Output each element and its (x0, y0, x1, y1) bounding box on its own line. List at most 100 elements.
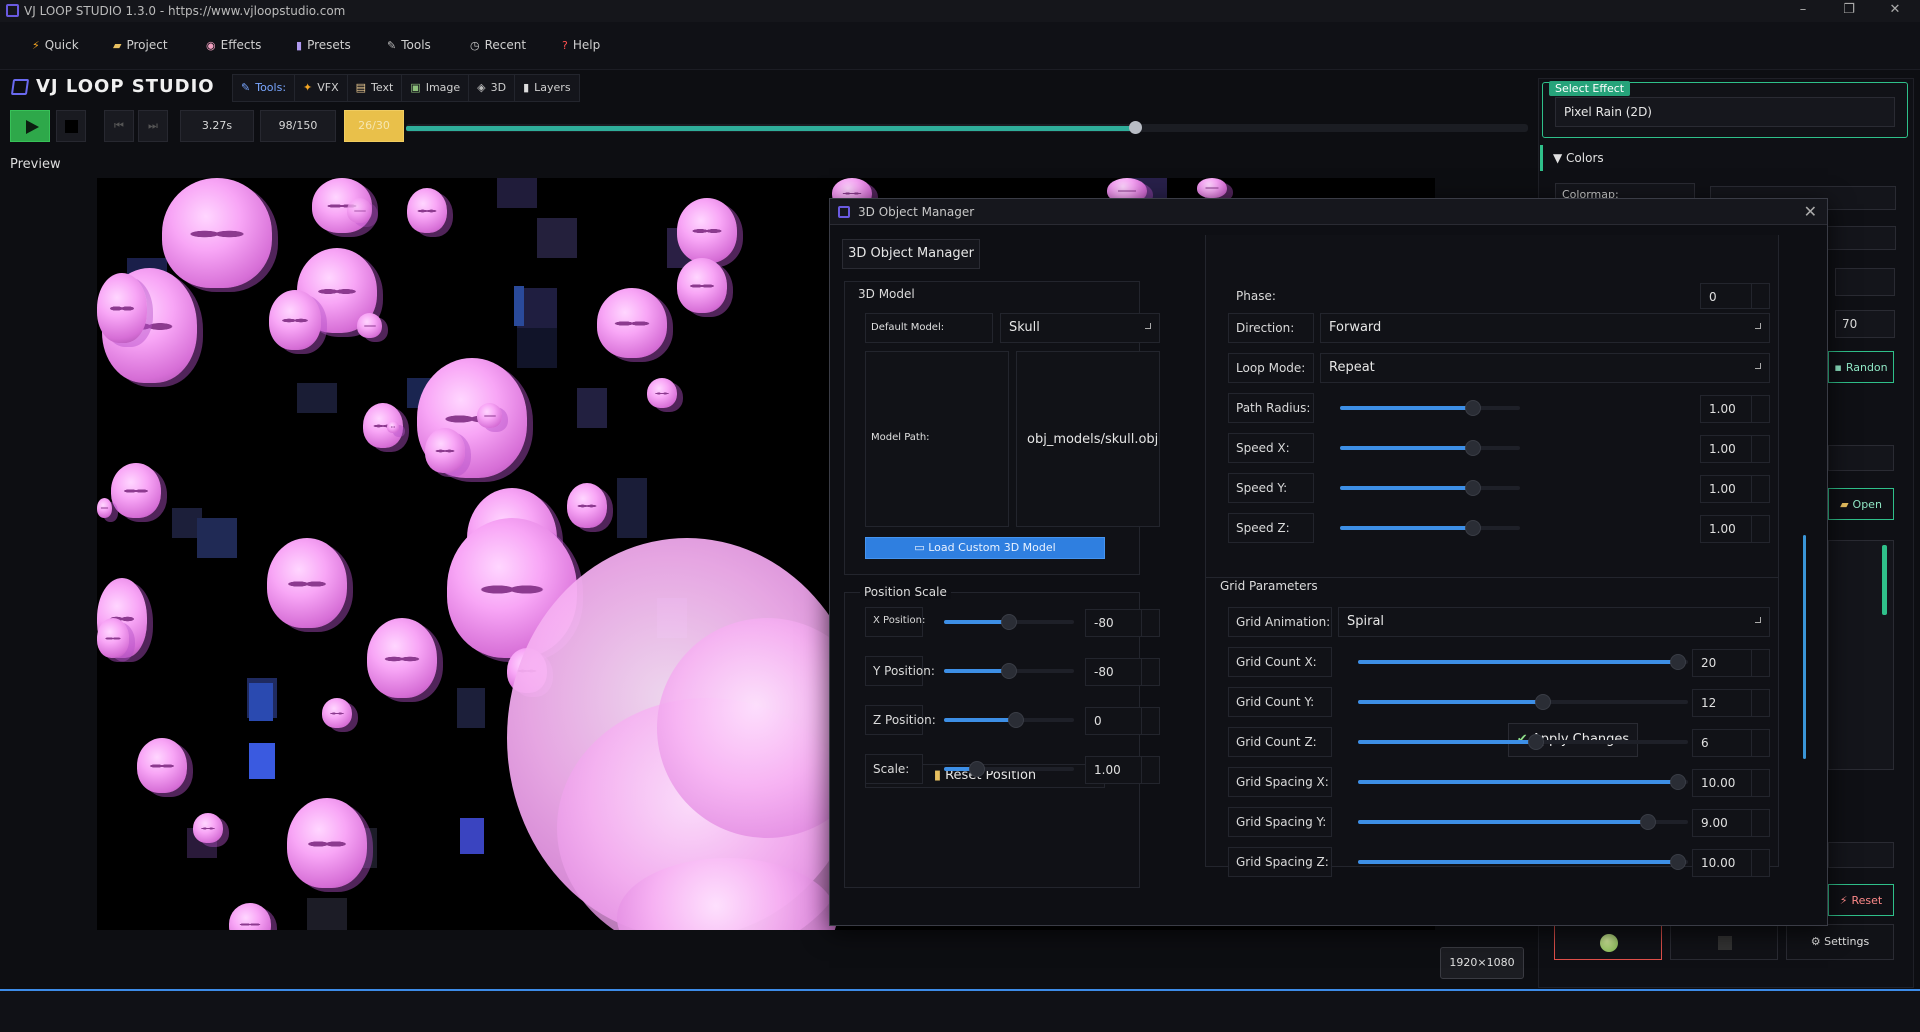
spin-arrows[interactable] (1751, 850, 1769, 876)
default-model-dropdown[interactable]: Skull (1000, 313, 1160, 343)
anim-row-3-slider[interactable] (1340, 520, 1520, 536)
tab-image[interactable]: ▣ Image (402, 75, 470, 101)
play-button[interactable] (10, 110, 50, 142)
anim-row-3-spinbox[interactable]: 1.00 (1700, 515, 1770, 543)
spin-arrows[interactable] (1141, 659, 1159, 685)
grid-row-4-spinbox[interactable]: 9.00 (1692, 809, 1770, 837)
grid-row-3-slider[interactable] (1358, 774, 1688, 790)
spin-arrows[interactable] (1751, 810, 1769, 836)
position-row-1-slider[interactable] (944, 663, 1074, 679)
slider-handle[interactable] (1464, 480, 1481, 496)
grid-row-0-slider[interactable] (1358, 654, 1688, 670)
anim-row-0-slider[interactable] (1340, 400, 1520, 416)
slider-handle[interactable] (1007, 712, 1024, 728)
slider-handle[interactable] (1464, 440, 1481, 456)
menu-presets[interactable]: ▮ Presets (296, 38, 351, 52)
maximize-icon[interactable]: ❐ (1826, 0, 1872, 22)
params-scrollbar[interactable] (1803, 535, 1806, 759)
grid-row-4-slider[interactable] (1358, 814, 1688, 830)
grid-row-3-spinbox[interactable]: 10.00 (1692, 769, 1770, 797)
spin-arrows[interactable] (1751, 730, 1769, 756)
slider-handle[interactable] (1670, 854, 1687, 870)
close-icon[interactable]: ✕ (1804, 199, 1817, 225)
grid-row-1-spinbox[interactable]: 12 (1692, 689, 1770, 717)
spin-arrows[interactable] (1141, 610, 1159, 636)
position-row-3-slider[interactable] (944, 761, 1074, 777)
field-lower[interactable] (1828, 842, 1894, 868)
slider-handle[interactable] (1670, 654, 1687, 670)
grid-row-2-spinbox[interactable]: 6 (1692, 729, 1770, 757)
phase-spinbox[interactable]: 0 (1700, 283, 1770, 309)
anim-row-0-spinbox[interactable]: 1.00 (1700, 395, 1770, 423)
slider-handle[interactable] (1464, 400, 1481, 416)
grid-row-0-spinbox[interactable]: 20 (1692, 649, 1770, 677)
close-icon[interactable]: ✕ (1872, 0, 1918, 22)
model-path-field[interactable]: obj_models/skull.obj (1016, 351, 1160, 527)
loop-mode-dropdown[interactable]: Repeat (1320, 353, 1770, 383)
timeline-handle[interactable] (1129, 121, 1143, 134)
grid-row-2-slider[interactable] (1358, 734, 1688, 750)
spin-arrows[interactable] (1751, 650, 1769, 676)
settings-button[interactable]: ⚙ Settings (1786, 924, 1894, 960)
menu-help[interactable]: ? Help (562, 38, 600, 52)
direction-dropdown[interactable]: Forward (1320, 313, 1770, 343)
anim-row-2-spinbox[interactable]: 1.00 (1700, 475, 1770, 503)
skip-back-button[interactable]: ⏮ (104, 110, 134, 142)
grid-row-5-spinbox[interactable]: 10.00 (1692, 849, 1770, 877)
slider-handle[interactable] (1001, 614, 1017, 630)
position-row-3-spinbox[interactable]: 1.00 (1085, 756, 1160, 784)
tab-3d[interactable]: ◈ 3D (469, 75, 516, 101)
value-70-field[interactable]: 70 (1835, 310, 1895, 338)
position-row-0-slider[interactable] (944, 614, 1074, 630)
grid-row-1-slider[interactable] (1358, 694, 1688, 710)
spin-arrows[interactable] (1751, 436, 1769, 462)
color-field-3[interactable] (1835, 268, 1895, 296)
reset-button[interactable]: ⚡ Reset (1828, 884, 1894, 916)
spin-arrows[interactable] (1751, 690, 1769, 716)
spin-arrows[interactable] (1751, 516, 1769, 542)
slider-handle[interactable] (1670, 774, 1687, 790)
colors-section-header[interactable]: ▼ Colors (1540, 145, 1908, 171)
slider-handle[interactable] (968, 761, 985, 777)
stop-button[interactable] (56, 110, 86, 142)
slider-handle[interactable] (1528, 734, 1545, 750)
slider-handle[interactable] (1534, 694, 1551, 710)
position-row-0-spinbox[interactable]: -80 (1085, 609, 1160, 637)
effect-dropdown[interactable]: Pixel Rain (2D) (1555, 97, 1895, 127)
menu-quick[interactable]: ⚡ Quick (32, 38, 79, 52)
slider-handle[interactable] (1001, 663, 1017, 679)
stop-render-button[interactable] (1670, 924, 1778, 960)
grid-animation-dropdown[interactable]: Spiral (1338, 607, 1770, 637)
menu-effects[interactable]: ◉ Effects (206, 38, 261, 52)
menu-recent[interactable]: ◷ Recent (470, 38, 526, 52)
spin-arrows[interactable] (1751, 770, 1769, 796)
grid-row-5-slider[interactable] (1358, 854, 1688, 870)
load-model-button[interactable]: ▭ Load Custom 3D Model (865, 537, 1105, 559)
tab-vfx[interactable]: ✦ VFX (295, 75, 348, 101)
tab-object-manager[interactable]: 3D Object Manager (842, 239, 980, 269)
skip-forward-button[interactable]: ⏭ (138, 110, 168, 142)
timeline-slider[interactable] (406, 121, 1528, 134)
path-field[interactable] (1828, 445, 1894, 471)
anim-row-2-slider[interactable] (1340, 480, 1520, 496)
position-row-2-spinbox[interactable]: 0 (1085, 707, 1160, 735)
list-scrollbar[interactable] (1882, 545, 1887, 615)
minimize-icon[interactable]: – (1780, 0, 1826, 22)
position-row-2-slider[interactable] (944, 712, 1074, 728)
tab-text[interactable]: ▤ Text (348, 75, 403, 101)
position-row-1-spinbox[interactable]: -80 (1085, 658, 1160, 686)
spin-arrows[interactable] (1751, 476, 1769, 502)
tab-tools[interactable]: ✎ Tools: (233, 75, 296, 101)
menu-tools[interactable]: ✎ Tools (387, 38, 431, 52)
anim-row-1-spinbox[interactable]: 1.00 (1700, 435, 1770, 463)
anim-row-1-slider[interactable] (1340, 440, 1520, 456)
spin-arrows[interactable] (1141, 708, 1159, 734)
tab-layers[interactable]: ▮ Layers (515, 75, 578, 101)
open-button[interactable]: ▰ Open (1828, 488, 1894, 520)
spin-arrows[interactable] (1141, 757, 1159, 783)
spin-arrows[interactable] (1751, 396, 1769, 422)
slider-handle[interactable] (1640, 814, 1657, 830)
record-button[interactable] (1554, 924, 1662, 960)
menu-project[interactable]: ▰ Project (113, 38, 168, 52)
random-button[interactable]: ▪ Randon (1828, 351, 1894, 383)
